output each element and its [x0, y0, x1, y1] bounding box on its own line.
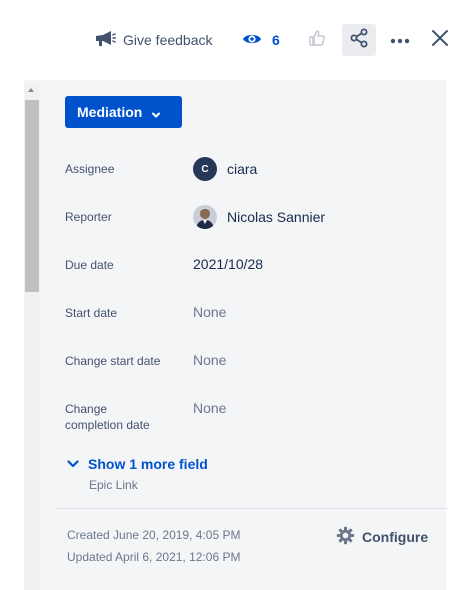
- gear-icon: [336, 526, 355, 548]
- change-start-date-value[interactable]: None: [193, 352, 226, 368]
- due-date-label: Due date: [65, 258, 114, 272]
- change-completion-date-value[interactable]: None: [193, 400, 226, 416]
- more-icon: [390, 31, 410, 49]
- reporter-label: Reporter: [65, 210, 112, 224]
- eye-icon: [242, 32, 262, 49]
- start-date-label: Start date: [65, 306, 118, 320]
- status-label: Mediation: [77, 104, 143, 120]
- due-date-value[interactable]: 2021/10/28: [193, 256, 263, 272]
- close-icon: [431, 29, 449, 52]
- divider: [57, 508, 449, 509]
- show-more-label: Show 1 more field: [88, 456, 208, 472]
- scrollbar-thumb[interactable]: [25, 100, 39, 292]
- assignee-name: ciara: [227, 161, 258, 177]
- hidden-fields-list: Epic Link: [89, 478, 138, 492]
- avatar: C: [193, 157, 217, 181]
- give-feedback-button[interactable]: Give feedback: [94, 28, 213, 52]
- issue-toolbar: Give feedback 6: [0, 0, 470, 80]
- chevron-down-icon: [67, 456, 79, 472]
- chevron-down-icon: [151, 107, 161, 118]
- share-icon: [349, 28, 369, 53]
- thumbs-up-icon: [308, 29, 326, 52]
- megaphone-icon: [94, 29, 117, 52]
- close-button[interactable]: [428, 28, 452, 52]
- show-more-fields-button[interactable]: Show 1 more field: [67, 456, 208, 472]
- more-actions-button[interactable]: [387, 28, 413, 52]
- avatar: [193, 205, 217, 229]
- status-transition-button[interactable]: Mediation: [65, 96, 182, 128]
- change-start-date-label: Change start date: [65, 354, 161, 368]
- change-completion-date-label: Change completion date: [65, 402, 150, 432]
- watchers-count: 6: [272, 32, 280, 48]
- assignee-value[interactable]: C ciara: [193, 157, 257, 181]
- watchers-button[interactable]: 6: [242, 28, 280, 52]
- scrollbar[interactable]: [24, 84, 40, 590]
- share-button[interactable]: [342, 24, 376, 56]
- reporter-name: Nicolas Sannier: [227, 209, 326, 225]
- reporter-value[interactable]: Nicolas Sannier: [193, 205, 325, 229]
- created-timestamp: Created June 20, 2019, 4:05 PM: [67, 528, 241, 542]
- configure-label: Configure: [362, 529, 429, 545]
- updated-timestamp: Updated April 6, 2021, 12:06 PM: [67, 550, 241, 564]
- configure-button[interactable]: Configure: [336, 526, 428, 548]
- give-feedback-label: Give feedback: [123, 32, 213, 48]
- start-date-value[interactable]: None: [193, 304, 226, 320]
- vote-button[interactable]: [306, 28, 328, 52]
- assignee-label: Assignee: [65, 162, 115, 176]
- scroll-up-arrow-icon[interactable]: [28, 88, 34, 92]
